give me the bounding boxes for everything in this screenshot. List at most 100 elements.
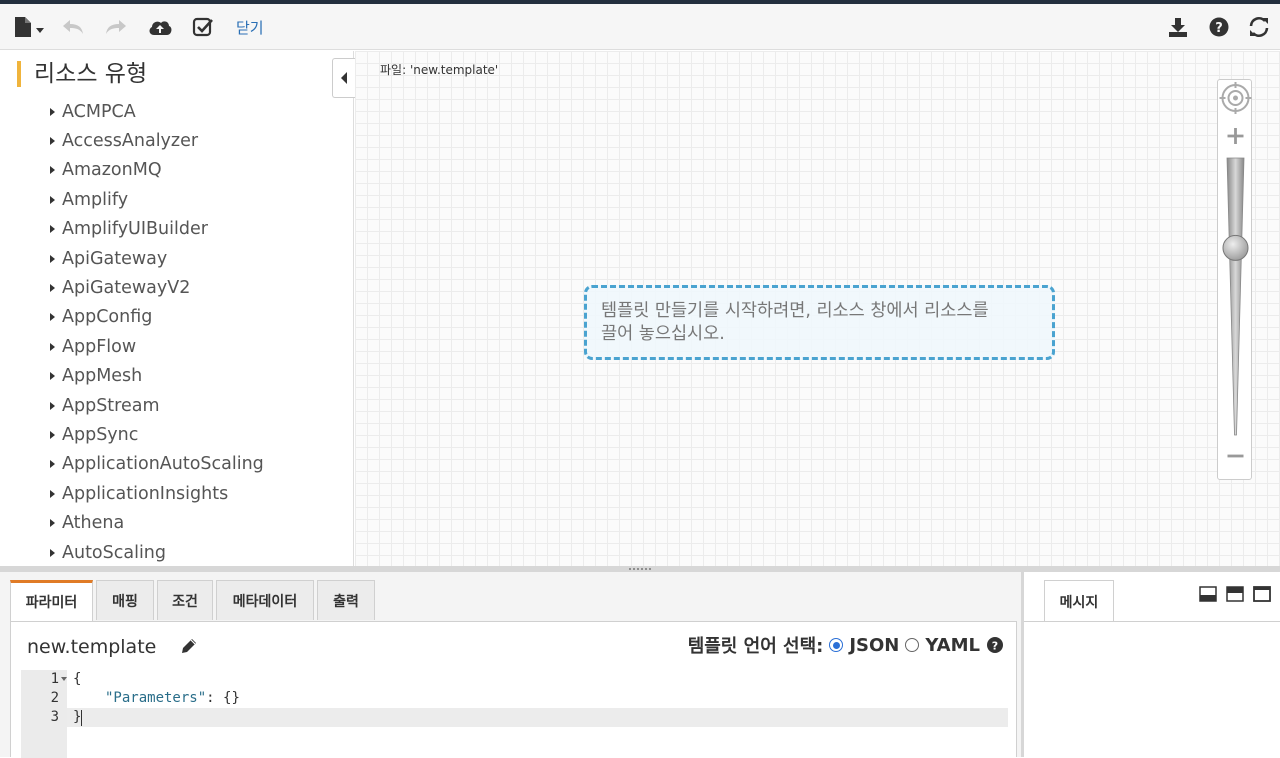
expand-arrow-icon: [50, 372, 55, 381]
refresh-icon: [1249, 17, 1269, 37]
active-line-highlight: [67, 708, 1008, 727]
chevron-left-icon: [341, 72, 347, 84]
resource-item[interactable]: Athena: [50, 508, 264, 537]
expand-arrow-icon: [50, 195, 55, 204]
maximize-panel-icon[interactable]: [1253, 586, 1271, 602]
template-name-row: new.template: [27, 636, 198, 660]
resource-item-label: AutoScaling: [62, 542, 167, 563]
create-stack-button[interactable]: [147, 14, 173, 40]
line-number: 2: [50, 690, 59, 706]
code-editor[interactable]: 1 2 3 { "Parameters": {} }: [21, 670, 1008, 758]
resource-item[interactable]: AppSync: [50, 420, 264, 449]
yaml-radio[interactable]: [905, 638, 920, 652]
resource-types-panel: 리소스 유형 ACMPCA AccessAnalyzer AmazonMQ Ampli…: [0, 51, 354, 567]
json-value: : {}: [206, 690, 240, 706]
resource-item-label: ApplicationInsights: [62, 483, 229, 504]
help-button[interactable]: ?: [1207, 14, 1231, 40]
minimize-panel-icon[interactable]: [1199, 586, 1217, 602]
zoom-slider-track: [1226, 157, 1245, 436]
text-cursor: [81, 710, 82, 726]
expand-arrow-icon: [50, 137, 55, 146]
resource-item-label: AppConfig: [62, 307, 153, 328]
redo-button[interactable]: [103, 14, 129, 40]
design-canvas[interactable]: 파일: 'new.template' 템플릿 만들기를 시작하려면, 리소스 창…: [355, 51, 1280, 567]
line-number: 3: [50, 709, 59, 725]
redo-icon: [106, 20, 126, 34]
tab-outputs[interactable]: 출력: [317, 580, 375, 620]
file-icon: [15, 17, 44, 37]
zoom-in-icon: [1227, 128, 1244, 144]
pencil-icon: [182, 639, 197, 653]
template-name: new.template: [27, 636, 157, 658]
expand-arrow-icon: [50, 166, 55, 175]
language-selector: 템플릿 언어 선택: JSON YAML ?: [688, 632, 1004, 658]
collapse-panel-button[interactable]: [332, 58, 355, 98]
resource-item-label: AmazonMQ: [62, 160, 162, 181]
svg-text:?: ?: [1215, 21, 1223, 36]
download-button[interactable]: [1166, 14, 1190, 40]
expand-arrow-icon: [50, 460, 55, 469]
validate-icon: [192, 17, 213, 37]
resource-item[interactable]: AmplifyUIBuilder: [50, 215, 264, 244]
svg-text:?: ?: [992, 640, 998, 653]
cloud-upload-icon: [149, 21, 172, 35]
resource-item[interactable]: ApplicationAutoScaling: [50, 450, 264, 479]
resource-item[interactable]: ACMPCA: [50, 97, 264, 126]
resize-grip[interactable]: [628, 567, 652, 571]
tab-conditions[interactable]: 조건: [157, 580, 213, 620]
file-name-label: 파일: 'new.template': [380, 63, 499, 77]
messages-panel: 메시지: [1021, 572, 1280, 757]
refresh-button[interactable]: [1247, 14, 1271, 40]
edit-name-button[interactable]: [180, 637, 198, 660]
json-key: "Parameters": [105, 690, 207, 706]
json-option-label[interactable]: JSON: [849, 635, 899, 656]
expand-arrow-icon: [50, 430, 55, 439]
yaml-option-label[interactable]: YAML: [925, 635, 980, 656]
expand-arrow-icon: [50, 401, 55, 410]
file-menu-button[interactable]: [10, 14, 46, 40]
resource-item-label: ApiGatewayV2: [62, 278, 191, 299]
resource-item[interactable]: AutoScaling: [50, 538, 264, 567]
close-button[interactable]: 닫기: [236, 17, 264, 38]
download-icon: [1169, 18, 1187, 37]
expand-arrow-icon: [50, 548, 55, 557]
tab-messages[interactable]: 메시지: [1044, 580, 1114, 622]
toolbar: 닫기 ?: [0, 4, 1280, 50]
expand-arrow-icon: [50, 489, 55, 498]
tab-metadata[interactable]: 메타데이터: [216, 580, 314, 620]
json-radio[interactable]: [829, 638, 844, 652]
messages-body: [1024, 621, 1280, 757]
resource-item[interactable]: AppConfig: [50, 303, 264, 332]
resource-item-label: AppMesh: [62, 366, 143, 387]
resource-item[interactable]: AppFlow: [50, 332, 264, 361]
resource-item-label: ApplicationAutoScaling: [62, 454, 264, 475]
undo-button[interactable]: [60, 14, 86, 40]
resource-item[interactable]: ApiGateway: [50, 244, 264, 273]
expand-arrow-icon: [50, 313, 55, 322]
resource-item[interactable]: ApiGatewayV2: [50, 273, 264, 302]
tab-parameters[interactable]: 파라미터: [10, 580, 93, 621]
resource-item[interactable]: AmazonMQ: [50, 156, 264, 185]
resource-item[interactable]: ApplicationInsights: [50, 479, 264, 508]
resource-item[interactable]: Amplify: [50, 185, 264, 214]
code-line: {: [73, 671, 82, 687]
panel-title: 리소스 유형: [17, 61, 147, 87]
fit-to-screen-icon: [1219, 82, 1252, 114]
undo-icon: [63, 20, 83, 34]
fold-arrow-icon[interactable]: [61, 677, 67, 682]
code-line: "Parameters": {}: [105, 689, 240, 708]
resource-item[interactable]: AccessAnalyzer: [50, 126, 264, 155]
help-icon[interactable]: ?: [986, 636, 1004, 654]
tab-mappings[interactable]: 매핑: [96, 580, 154, 620]
resource-item-label: Athena: [62, 513, 125, 534]
zoom-control: [1217, 79, 1252, 480]
expand-arrow-icon: [50, 519, 55, 528]
validate-template-button[interactable]: [191, 14, 215, 40]
resource-item-label: AppFlow: [62, 336, 137, 357]
zoom-slider-handle[interactable]: [1222, 234, 1249, 261]
restore-panel-icon[interactable]: [1226, 586, 1244, 602]
help-icon: ?: [1209, 17, 1229, 37]
hint-line-2: 끌어 놓으십시오.: [601, 324, 725, 344]
resource-item[interactable]: AppStream: [50, 391, 264, 420]
resource-item[interactable]: AppMesh: [50, 362, 264, 391]
